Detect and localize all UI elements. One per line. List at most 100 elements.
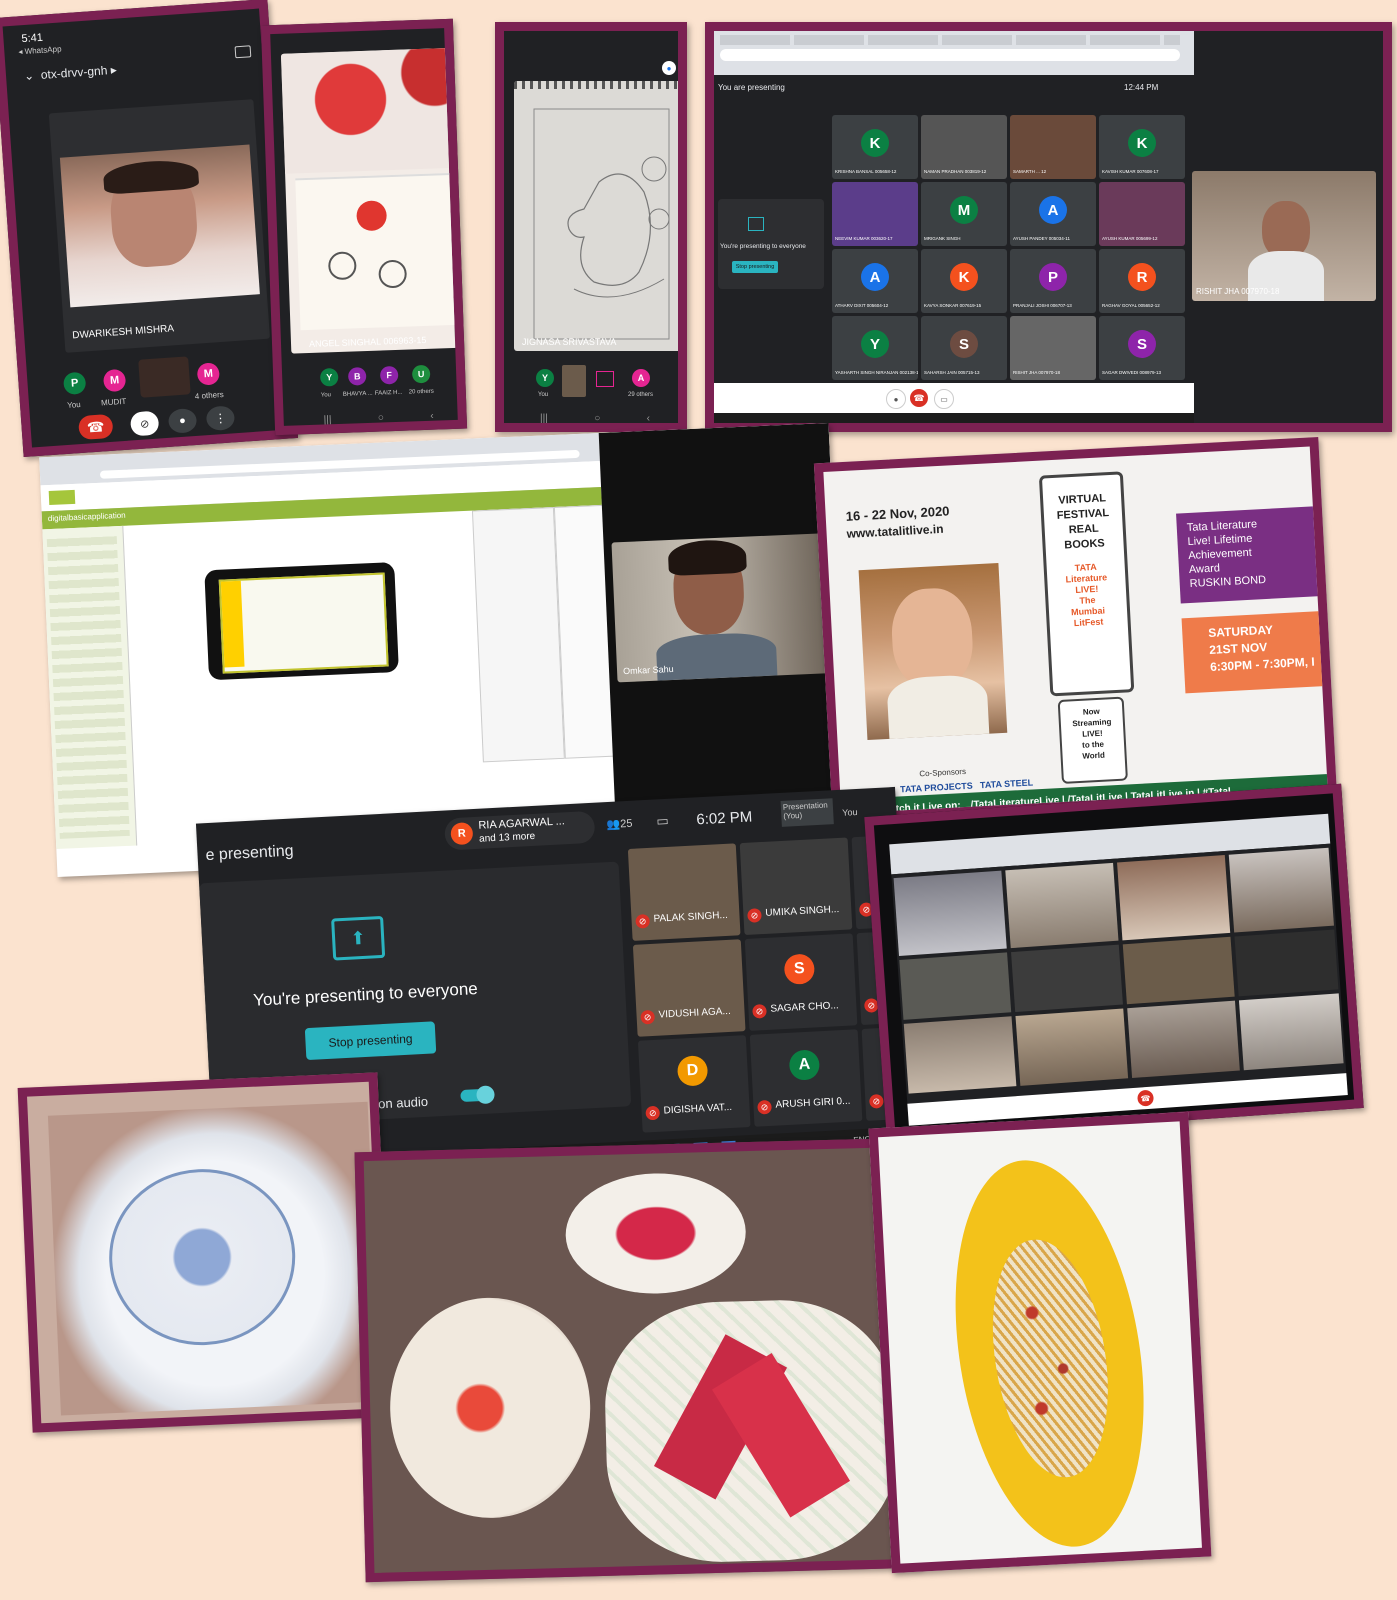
festival-url[interactable]: www.tatalitlive.in bbox=[846, 522, 944, 541]
chip-label: 4 others bbox=[194, 389, 225, 401]
participant-name: JIGNASA SRIVASTAVA bbox=[522, 337, 617, 347]
phone-call-screenshot-3: ● JIGNASA SRIVASTAVA Y You A 29 others |… bbox=[495, 22, 687, 432]
award-banner: Tata Literature Live! Lifetime Achievement… bbox=[1176, 505, 1338, 604]
participant-tile[interactable]: S SAGAR DWIVEDI 008979-13 bbox=[1099, 316, 1185, 380]
camera-icon[interactable]: ▭ bbox=[934, 389, 954, 409]
participant-tile[interactable]: A AYUSH PANDEY 005034-11 bbox=[1010, 182, 1096, 246]
meeting-code-label: otx-drvv-gnh bbox=[40, 63, 108, 82]
meeting-code[interactable]: ⌄ otx-drvv-gnh ▸ bbox=[24, 63, 118, 83]
present-screen-icon[interactable] bbox=[596, 371, 614, 387]
you-label: You bbox=[841, 806, 858, 818]
participant-tile[interactable]: ⊘ PALAK SINGH... bbox=[627, 843, 741, 941]
mic-off-icon: ⊘ bbox=[757, 1099, 772, 1115]
plate-right bbox=[602, 1297, 900, 1565]
avatar[interactable]: M bbox=[196, 362, 221, 386]
avatar[interactable]: Y bbox=[319, 367, 339, 387]
self-preview[interactable] bbox=[138, 356, 191, 398]
avatar: S bbox=[783, 953, 816, 985]
android-nav-bar[interactable]: ||| ○ ‹ bbox=[324, 411, 434, 426]
presentation-badge[interactable]: Presentation (You) bbox=[780, 798, 834, 827]
camera-switch-icon[interactable] bbox=[234, 45, 252, 59]
ruskin-bond-photo bbox=[858, 562, 1008, 741]
participant-name: AYUSH PANDEY 005034-11 bbox=[1013, 236, 1070, 241]
components-panel[interactable] bbox=[471, 507, 565, 763]
presenting-panel: You're presenting to everyone Stop prese… bbox=[718, 199, 824, 289]
avatar: D bbox=[676, 1055, 709, 1087]
phone-preview[interactable] bbox=[204, 562, 399, 681]
mic-off-icon: ⊘ bbox=[869, 1093, 884, 1109]
address-bar[interactable] bbox=[720, 49, 1180, 61]
meet-controls-bar: ☎ ● ▭ bbox=[714, 383, 1194, 413]
participant-tile[interactable]: R RAGHAV GOYAL 005652-12 bbox=[1099, 249, 1185, 313]
self-preview[interactable] bbox=[562, 365, 586, 397]
avatar[interactable]: U bbox=[411, 364, 431, 384]
meeting-clock: 6:02 PM bbox=[695, 808, 753, 829]
participant-tile[interactable]: Y YASHARTH SINGH NIRANJAN 002138-13 bbox=[832, 316, 918, 380]
participant-grid bbox=[891, 843, 1347, 1104]
participant-tile[interactable]: M MRIGANK SINGH bbox=[921, 182, 1007, 246]
participant-tile[interactable]: SAMARTH ... 12 bbox=[1010, 115, 1096, 179]
avatar: A bbox=[861, 263, 889, 291]
avatar: M bbox=[950, 196, 978, 224]
mic-icon[interactable]: ● bbox=[886, 389, 906, 409]
stop-presenting-button[interactable]: Stop presenting bbox=[304, 1021, 437, 1061]
app-inventor-logo bbox=[48, 489, 76, 506]
participant-tile[interactable]: P PRANJALI JOSHI 006707-13 bbox=[1010, 249, 1096, 313]
participant-tile[interactable]: ⊘ VIDUSHI AGA... bbox=[632, 939, 746, 1037]
avatar: S bbox=[950, 330, 978, 358]
end-call-button[interactable]: ☎ bbox=[910, 389, 928, 407]
presenting-heading: e presenting bbox=[205, 842, 295, 865]
chat-icon[interactable]: ▭ bbox=[656, 813, 669, 830]
avatar[interactable]: F bbox=[379, 365, 399, 385]
end-call-button[interactable]: ☎ bbox=[77, 413, 114, 441]
back-to-app-link[interactable]: ◂ WhatsApp bbox=[18, 44, 62, 56]
participant-name: AYUSH KUMAR 005699-12 bbox=[1102, 236, 1158, 241]
mic-icon[interactable]: ● bbox=[167, 407, 198, 434]
more-options-icon[interactable]: ⋮ bbox=[205, 405, 236, 432]
android-nav-bar[interactable]: ||| ○ ‹ bbox=[540, 413, 650, 423]
participants-strip: P You M MUDIT M 4 others bbox=[3, 9, 259, 410]
stop-presenting-button[interactable]: Stop presenting bbox=[732, 261, 778, 273]
participant-video: DWARIKESH MISHRA bbox=[48, 99, 271, 353]
participant-name: ANGEL SINGHAL 006963-15 bbox=[308, 334, 427, 349]
end-call-button[interactable]: ☎ bbox=[1136, 1089, 1155, 1107]
participant-tile[interactable]: K KAVISH KUMAR 007608-17 bbox=[1099, 115, 1185, 179]
notification-icon[interactable]: ● bbox=[662, 61, 676, 75]
presenting-to-text: You're presenting to everyone bbox=[720, 243, 806, 250]
avatar[interactable]: P bbox=[62, 371, 87, 396]
featured-name: RISHIT JHA 007970-18 bbox=[1196, 287, 1280, 296]
participant-tile[interactable]: K KRISHNA BANSAL 005658-12 bbox=[832, 115, 918, 179]
avatar[interactable]: A bbox=[632, 369, 650, 387]
presenter-video: Omkar Sahu bbox=[611, 533, 834, 683]
participant-tile[interactable]: AYUSH KUMAR 005699-12 bbox=[1099, 182, 1185, 246]
host-name: RIA AGARWAL ... bbox=[478, 815, 566, 832]
camera-off-icon[interactable]: ⊘ bbox=[129, 410, 160, 437]
participant-tile[interactable]: S SAHARSH JAIN 005715-13 bbox=[921, 316, 1007, 380]
participant-tile[interactable]: NAMAN PRADHAN 003819-12 bbox=[921, 115, 1007, 179]
participant-tile[interactable]: S ⊘ SAGAR CHO... bbox=[744, 933, 858, 1031]
meeting-clock: 12:44 PM bbox=[1124, 83, 1159, 92]
palette-panel[interactable] bbox=[42, 525, 138, 850]
people-icon[interactable]: 👥25 bbox=[606, 817, 633, 831]
avatar: A bbox=[788, 1049, 821, 1081]
participant-tile[interactable]: D ⊘ DIGISHA VAT... bbox=[637, 1035, 751, 1133]
participant-tile[interactable]: A ATHARV DIXIT 005604-12 bbox=[832, 249, 918, 313]
avatar[interactable]: B bbox=[347, 367, 367, 386]
chip-label: FAAIZ H... bbox=[374, 389, 403, 397]
participant-tile[interactable]: NEEVIM KUMAR 003620-17 bbox=[832, 182, 918, 246]
participant-name: SAHARSH JAIN 005715-13 bbox=[924, 370, 980, 375]
browser-chrome bbox=[714, 31, 1194, 75]
participant-tile[interactable]: RISHIT JHA 007970-18 bbox=[1010, 316, 1096, 380]
avatar[interactable]: Y bbox=[536, 369, 554, 387]
participant-tile[interactable]: K KAVYA SONKAR 007619-15 bbox=[921, 249, 1007, 313]
pencil-sketch bbox=[533, 108, 670, 340]
audio-toggle[interactable] bbox=[460, 1085, 495, 1105]
participant-tile[interactable]: ⊘ UMIKA SINGH... bbox=[739, 837, 853, 936]
avatar[interactable]: M bbox=[102, 368, 127, 393]
food-photo bbox=[868, 1111, 1212, 1574]
host-chip[interactable]: R RIA AGARWAL ... and 13 more bbox=[444, 810, 596, 851]
participant-name: SAMARTH ... 12 bbox=[1013, 169, 1047, 174]
participant-tile[interactable]: A ⊘ ARUSH GIRI 0... bbox=[749, 1029, 863, 1127]
chip-label: You bbox=[320, 392, 332, 399]
participant-name: RAGHAV GOYAL 005652-12 bbox=[1102, 303, 1160, 308]
